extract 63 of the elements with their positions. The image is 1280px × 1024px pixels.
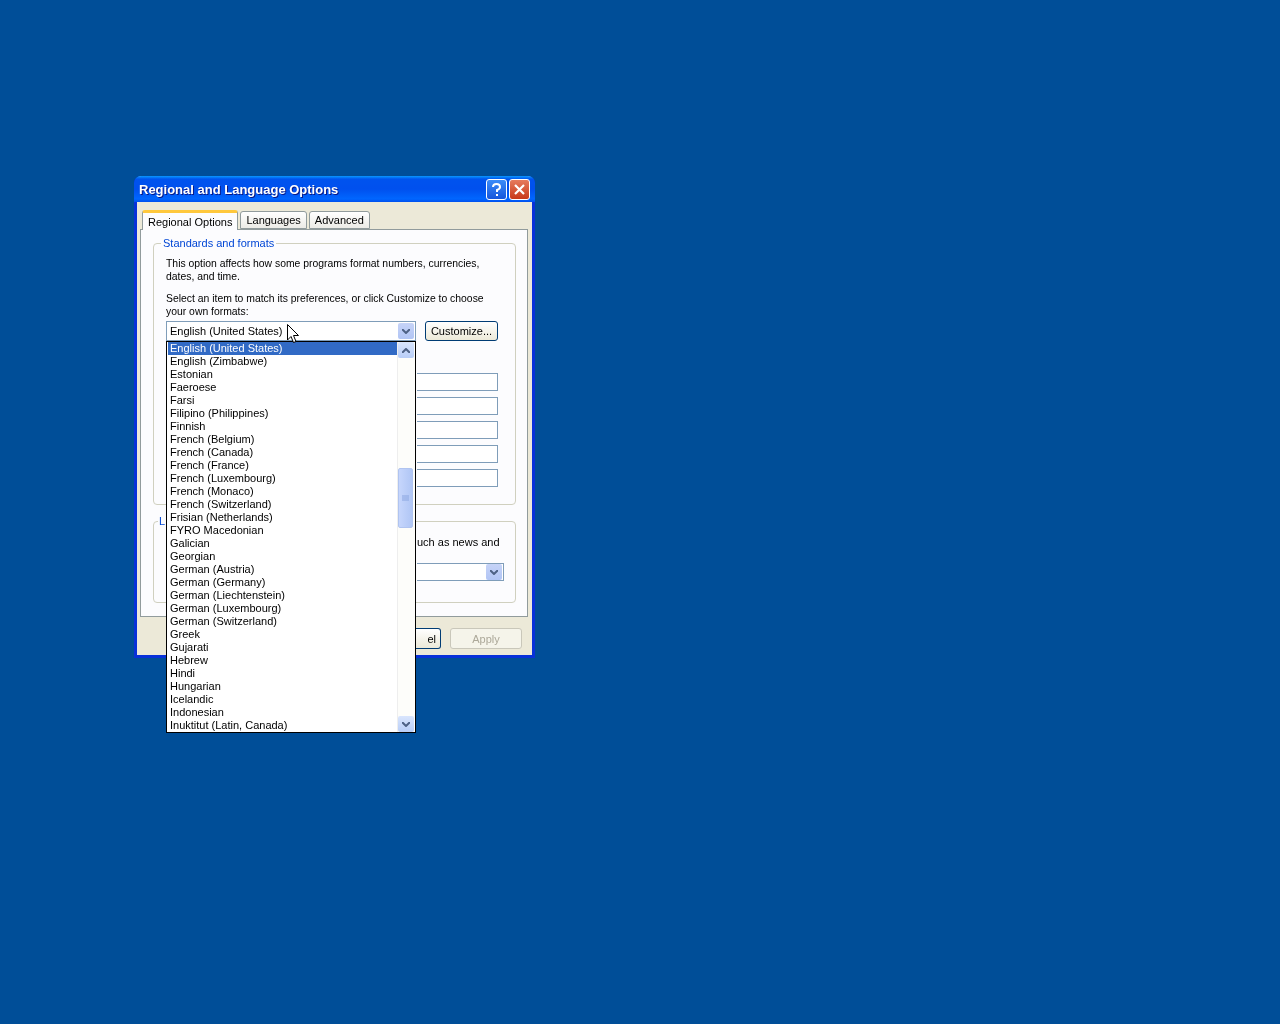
sample-field[interactable]: [417, 469, 498, 487]
list-item[interactable]: English (United States): [168, 342, 397, 355]
dropdown-arrow-button[interactable]: [398, 323, 414, 339]
close-icon: [514, 183, 525, 195]
list-item[interactable]: French (Belgium): [168, 433, 397, 446]
list-item[interactable]: French (France): [168, 459, 397, 472]
sample-field[interactable]: [417, 445, 498, 463]
tab[interactable]: Languages: [240, 211, 307, 229]
list-item[interactable]: Icelandic: [168, 693, 397, 706]
sample-field[interactable]: [417, 397, 498, 415]
list-item[interactable]: French (Monaco): [168, 485, 397, 498]
help-icon: [492, 182, 501, 196]
list-item[interactable]: Hebrew: [168, 654, 397, 667]
close-button[interactable]: [509, 178, 530, 200]
tab[interactable]: Advanced: [308, 211, 370, 229]
location-dropdown[interactable]: [417, 563, 504, 581]
list-item[interactable]: German (Germany): [168, 576, 397, 589]
chevron-down-icon: [402, 328, 410, 334]
list-item[interactable]: German (Switzerland): [168, 615, 397, 628]
list-item[interactable]: Galician: [168, 537, 397, 550]
chevron-down-icon: [402, 721, 410, 727]
list-item[interactable]: Estonian: [168, 368, 397, 381]
list-item[interactable]: FYRO Macedonian: [168, 524, 397, 537]
list-item[interactable]: German (Luxembourg): [168, 602, 397, 615]
list-item[interactable]: German (Liechtenstein): [168, 589, 397, 602]
tab[interactable]: Regional Options: [142, 210, 239, 230]
list-item[interactable]: Finnish: [168, 420, 397, 433]
list-item[interactable]: French (Luxembourg): [168, 472, 397, 485]
list-item[interactable]: English (Zimbabwe): [168, 355, 397, 368]
list-item[interactable]: German (Austria): [168, 563, 397, 576]
scroll-up-button[interactable]: [398, 342, 414, 358]
list-item[interactable]: Georgian: [168, 550, 397, 563]
scrollbar[interactable]: [397, 342, 415, 732]
dialog-button[interactable]: el: [414, 628, 441, 649]
window-title: Regional and Language Options: [139, 181, 340, 197]
group-title: L: [158, 515, 167, 528]
list-item[interactable]: Inuktitut (Latin, Canada): [168, 719, 397, 732]
chevron-up-icon: [402, 347, 410, 353]
list-item[interactable]: Hindi: [168, 667, 397, 680]
list-item[interactable]: Greek: [168, 628, 397, 641]
list-item[interactable]: Frisian (Netherlands): [168, 511, 397, 524]
list-item[interactable]: Faeroese: [168, 381, 397, 394]
sample-field[interactable]: [417, 373, 498, 391]
description-text: uch as news and: [417, 536, 498, 549]
description-text: This option affects how some programs format numbers, currencies, dates, and time.: [166, 257, 481, 283]
list-item[interactable]: Filipino (Philippines): [168, 407, 397, 420]
grip-icon: [402, 494, 409, 502]
dropdown-arrow-button[interactable]: [486, 564, 502, 580]
list-item[interactable]: French (Canada): [168, 446, 397, 459]
list-item[interactable]: Farsi: [168, 394, 397, 407]
list-item[interactable]: Gujarati: [168, 641, 397, 654]
scroll-thumb[interactable]: [398, 468, 413, 528]
format-dropdown[interactable]: English (United States): [166, 321, 416, 341]
list-item[interactable]: Indonesian: [168, 706, 397, 719]
chevron-down-icon: [490, 569, 498, 575]
list-item[interactable]: French (Switzerland): [168, 498, 397, 511]
sample-field[interactable]: [417, 421, 498, 439]
list-item[interactable]: Hungarian: [168, 680, 397, 693]
instruction-text: Select an item to match its preferences, or click Customize to choose your own formats:: [166, 292, 485, 318]
customize-button[interactable]: Customize...: [425, 321, 498, 341]
help-button[interactable]: [486, 178, 507, 200]
group-title: Standards and formats: [161, 237, 277, 250]
scroll-down-button[interactable]: [398, 716, 414, 732]
